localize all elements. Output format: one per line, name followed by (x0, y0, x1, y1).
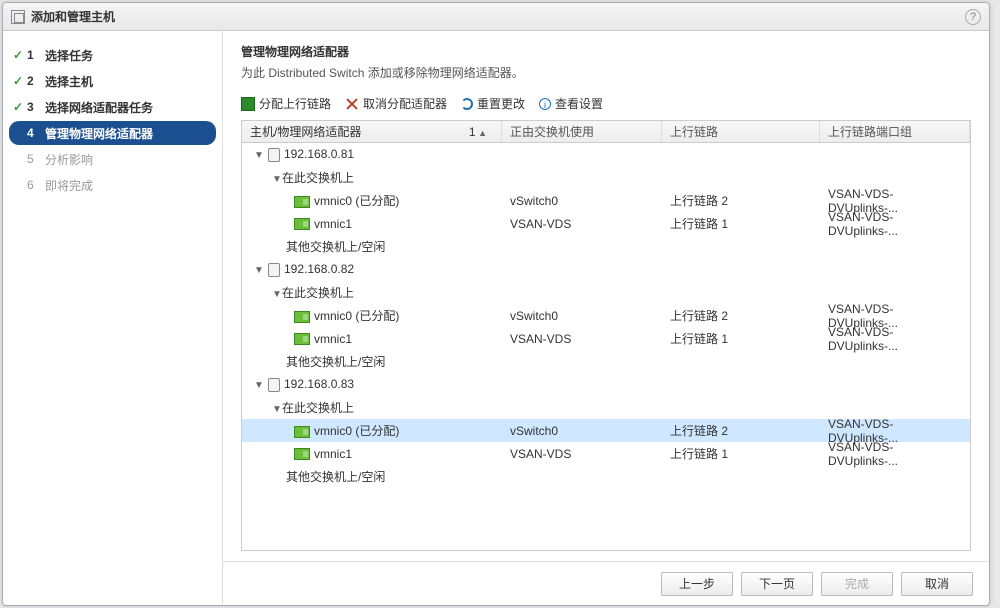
dialog-title: 添加和管理主机 (31, 8, 115, 25)
wizard-step-3[interactable]: ✓3选择网络适配器任务 (9, 95, 216, 119)
check-icon: ✓ (13, 74, 27, 88)
titlebar: 添加和管理主机 ? (3, 3, 989, 31)
view-settings-button[interactable]: 查看设置 (539, 95, 603, 112)
page-heading: 管理物理网络适配器 (241, 43, 971, 60)
nic-icon (294, 333, 310, 345)
nic-icon (294, 426, 310, 438)
nic-icon (294, 448, 310, 460)
wizard-dialog: 添加和管理主机 ? ✓1选择任务✓2选择主机✓3选择网络适配器任务4管理物理网络… (2, 2, 990, 606)
nic-icon (294, 218, 310, 230)
next-button[interactable]: 下一页 (741, 572, 813, 596)
assign-label: 分配上行链路 (259, 95, 331, 112)
grid-header: 主机/物理网络适配器 1 ▲ 正由交换机使用 上行链路 上行链路端口组 (242, 121, 970, 143)
expand-toggle[interactable]: ▼ (272, 404, 282, 415)
cancel-button[interactable]: 取消 (901, 572, 973, 596)
host-row[interactable]: ▼192.168.0.83 (242, 373, 970, 396)
wizard-step-6: 6即将完成 (9, 173, 216, 197)
view-label: 查看设置 (555, 95, 603, 112)
other-idle-row[interactable]: 其他交换机上/空闲 (242, 350, 970, 373)
adapter-grid: 主机/物理网络适配器 1 ▲ 正由交换机使用 上行链路 上行链路端口组 ▼192… (241, 120, 971, 551)
reset-label: 重置更改 (477, 95, 525, 112)
nic-row[interactable]: vmnic1VSAN-VDS上行链路 1VSAN-VDS-DVUplinks-.… (242, 212, 970, 235)
main-panel: 管理物理网络适配器 为此 Distributed Switch 添加或移除物理网… (223, 31, 989, 605)
nic-row[interactable]: vmnic1VSAN-VDS上行链路 1VSAN-VDS-DVUplinks-.… (242, 327, 970, 350)
wizard-step-2[interactable]: ✓2选择主机 (9, 69, 216, 93)
info-icon (539, 98, 551, 110)
help-icon[interactable]: ? (965, 9, 981, 25)
dialog-body: ✓1选择任务✓2选择主机✓3选择网络适配器任务4管理物理网络适配器5分析影响6即… (3, 31, 989, 605)
step-label: 选择主机 (45, 73, 93, 90)
col-used-by[interactable]: 正由交换机使用 (502, 121, 662, 142)
host-icon (268, 263, 280, 277)
finish-button: 完成 (821, 572, 893, 596)
back-button[interactable]: 上一步 (661, 572, 733, 596)
wizard-step-4[interactable]: 4管理物理网络适配器 (9, 121, 216, 145)
page-subheading: 为此 Distributed Switch 添加或移除物理网络适配器。 (241, 64, 971, 81)
toolbar: 分配上行链路 取消分配适配器 重置更改 查看设置 (223, 87, 989, 120)
expand-toggle[interactable]: ▼ (254, 150, 264, 161)
other-idle-row[interactable]: 其他交换机上/空闲 (242, 235, 970, 258)
wizard-step-5: 5分析影响 (9, 147, 216, 171)
assign-icon (241, 97, 255, 111)
reset-icon (461, 98, 473, 110)
button-bar: 上一步 下一页 完成 取消 (223, 561, 989, 605)
host-row[interactable]: ▼192.168.0.81 (242, 143, 970, 166)
reset-changes-button[interactable]: 重置更改 (461, 95, 525, 112)
host-icon (268, 378, 280, 392)
nic-row[interactable]: vmnic1VSAN-VDS上行链路 1VSAN-VDS-DVUplinks-.… (242, 442, 970, 465)
col-uplink[interactable]: 上行链路 (662, 121, 820, 142)
check-icon: ✓ (13, 48, 27, 62)
host-icon (268, 148, 280, 162)
cancel-icon (345, 97, 359, 111)
step-label: 选择网络适配器任务 (45, 99, 153, 116)
step-label: 分析影响 (45, 151, 93, 168)
grid-body: ▼192.168.0.81▼在此交换机上vmnic0 (已分配)vSwitch0… (242, 143, 970, 550)
assign-uplink-button[interactable]: 分配上行链路 (241, 95, 331, 112)
other-idle-row[interactable]: 其他交换机上/空闲 (242, 465, 970, 488)
unassign-adapter-button[interactable]: 取消分配适配器 (345, 95, 447, 112)
app-icon (11, 10, 25, 24)
expand-toggle[interactable]: ▼ (272, 174, 282, 185)
col-uplink-portgroup[interactable]: 上行链路端口组 (820, 121, 970, 142)
expand-toggle[interactable]: ▼ (254, 265, 264, 276)
col-host-adapter[interactable]: 主机/物理网络适配器 1 ▲ (242, 121, 502, 142)
nic-icon (294, 196, 310, 208)
check-icon: ✓ (13, 100, 27, 114)
host-row[interactable]: ▼192.168.0.82 (242, 258, 970, 281)
step-label: 管理物理网络适配器 (45, 125, 153, 142)
step-label: 选择任务 (45, 47, 93, 64)
wizard-step-1[interactable]: ✓1选择任务 (9, 43, 216, 67)
nic-icon (294, 311, 310, 323)
main-header: 管理物理网络适配器 为此 Distributed Switch 添加或移除物理网… (223, 31, 989, 87)
step-label: 即将完成 (45, 177, 93, 194)
wizard-steps-sidebar: ✓1选择任务✓2选择主机✓3选择网络适配器任务4管理物理网络适配器5分析影响6即… (3, 31, 223, 605)
expand-toggle[interactable]: ▼ (254, 380, 264, 391)
sort-indicator: 1 ▲ (469, 125, 487, 139)
unassign-label: 取消分配适配器 (363, 95, 447, 112)
expand-toggle[interactable]: ▼ (272, 289, 282, 300)
